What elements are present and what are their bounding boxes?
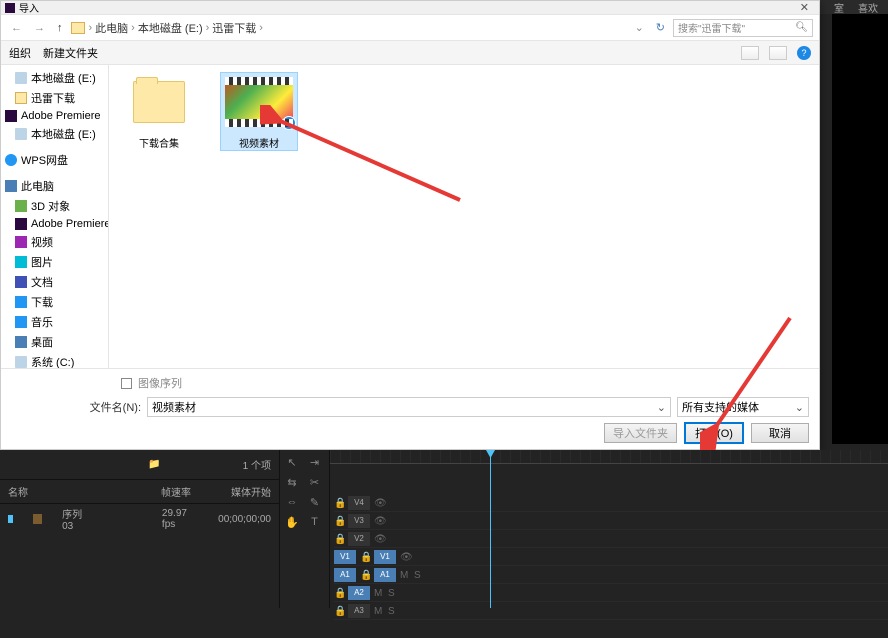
sidebar-item-music[interactable]: 音乐	[1, 312, 108, 332]
sidebar-item-drive-c[interactable]: 系统 (C:)	[1, 352, 108, 368]
chevron-down-icon[interactable]: ⌄	[657, 401, 666, 414]
titlebar: 导入 ✕	[1, 1, 819, 15]
file-item-folder[interactable]: 下载合集	[121, 73, 197, 150]
sidebar: 本地磁盘 (E:) 迅雷下载 Adobe Premiere 本地磁盘 (E:) …	[1, 65, 109, 368]
folder-icon	[133, 81, 185, 123]
sidebar-item-premiere2[interactable]: Adobe Premiere	[1, 216, 108, 232]
search-icon: 🔍︎	[795, 22, 808, 33]
view-toggle-icon[interactable]	[741, 46, 759, 60]
col-start[interactable]: 媒体开始	[231, 484, 271, 499]
track-a1[interactable]: A1🔒A1MS	[334, 566, 888, 584]
timeline-panel: 📁 1 个项 名称 帧速率 媒体开始 序列 03 29.97 fps 00;00…	[0, 450, 888, 638]
pen-tool-icon[interactable]: ✎	[307, 494, 323, 510]
filename-input[interactable]: 视频素材 ⌄	[147, 397, 671, 417]
breadcrumb[interactable]: › 此电脑› 本地磁盘 (E:)› 迅雷下载›	[89, 20, 627, 36]
close-icon[interactable]: ✕	[794, 1, 815, 14]
annotation-arrow-icon	[260, 105, 480, 215]
sidebar-item-premiere[interactable]: Adobe Premiere	[1, 108, 108, 124]
tracks-area[interactable]: 🔒V4👁 🔒V3👁 🔒V2👁 V1🔒V1👁 A1🔒A1MS 🔒A2MS 🔒A3M…	[330, 450, 888, 608]
sidebar-item-pc[interactable]: 此电脑	[1, 176, 108, 196]
back-icon[interactable]: ←	[7, 22, 26, 34]
track-v1[interactable]: V1🔒V1👁	[334, 548, 888, 566]
tool-panel: ↖ ⇥ ⇆ ✂ ⇔ ✎ ✋ T	[280, 450, 330, 608]
dialog-title: 导入	[19, 0, 39, 15]
new-folder-button[interactable]: 新建文件夹	[43, 45, 98, 61]
help-icon[interactable]: ?	[797, 46, 811, 60]
sequence-row[interactable]: 序列 03 29.97 fps 00;00;00;00	[0, 504, 279, 534]
razor-tool-icon[interactable]: ✂	[307, 474, 323, 490]
filename-label: 文件名(N):	[90, 399, 141, 415]
hand-tool-icon[interactable]: ✋	[284, 514, 300, 530]
track-v4[interactable]: 🔒V4👁	[334, 494, 888, 512]
file-label: 下载合集	[121, 135, 197, 150]
sidebar-item-wps[interactable]: WPS网盘	[1, 150, 108, 170]
sidebar-item-documents[interactable]: 文档	[1, 272, 108, 292]
project-panel: 📁 1 个项 名称 帧速率 媒体开始 序列 03 29.97 fps 00;00…	[0, 450, 280, 608]
sidebar-item-pictures[interactable]: 图片	[1, 252, 108, 272]
forward-icon[interactable]: →	[30, 22, 49, 34]
type-tool-icon[interactable]: T	[307, 514, 323, 530]
track-select-tool-icon[interactable]: ⇥	[307, 454, 323, 470]
track-a3[interactable]: 🔒A3MS	[334, 602, 888, 620]
item-count: 1 个项	[243, 457, 271, 472]
sidebar-item-video[interactable]: 视频	[1, 232, 108, 252]
toolbar: 组织 新建文件夹 ?	[1, 41, 819, 65]
image-sequence-label: 图像序列	[138, 375, 182, 391]
folder-icon[interactable]: 📁	[148, 459, 160, 470]
refresh-icon[interactable]: ↻	[652, 21, 669, 34]
sidebar-item-desktop[interactable]: 桌面	[1, 332, 108, 352]
dialog-footer: 图像序列 文件名(N): 视频素材 ⌄ 所有支持的媒体 ⌄ 导入文件夹 打开(O…	[1, 368, 819, 449]
sidebar-item-drive-e[interactable]: 本地磁盘 (E:)	[1, 68, 108, 88]
search-input[interactable]: 搜索"迅雷下载" 🔍︎	[673, 19, 813, 37]
col-fps[interactable]: 帧速率	[161, 484, 191, 499]
chevron-down-icon[interactable]: ⌄	[631, 21, 648, 34]
sidebar-item-downloads[interactable]: 下载	[1, 292, 108, 312]
sequence-icon	[33, 514, 42, 524]
track-v3[interactable]: 🔒V3👁	[334, 512, 888, 530]
col-name[interactable]: 名称	[8, 484, 28, 499]
sidebar-item-xunlei[interactable]: 迅雷下载	[1, 88, 108, 108]
folder-icon	[71, 22, 85, 34]
sidebar-item-3d[interactable]: 3D 对象	[1, 196, 108, 216]
premiere-icon	[5, 3, 15, 13]
import-dialog: 导入 ✕ ← → ↑ › 此电脑› 本地磁盘 (E:)› 迅雷下载› ⌄ ↻ 搜…	[0, 0, 820, 450]
organize-menu[interactable]: 组织	[9, 45, 31, 61]
navbar: ← → ↑ › 此电脑› 本地磁盘 (E:)› 迅雷下载› ⌄ ↻ 搜索"迅雷下…	[1, 15, 819, 41]
import-folder-button[interactable]: 导入文件夹	[604, 423, 677, 443]
slip-tool-icon[interactable]: ⇔	[284, 494, 300, 510]
track-v2[interactable]: 🔒V2👁	[334, 530, 888, 548]
playhead[interactable]	[490, 450, 491, 608]
preview-panel	[832, 14, 888, 444]
image-sequence-checkbox[interactable]	[121, 378, 132, 389]
time-ruler[interactable]	[330, 450, 888, 464]
selection-tool-icon[interactable]: ↖	[284, 454, 300, 470]
preview-toggle-icon[interactable]	[769, 46, 787, 60]
annotation-arrow-icon	[700, 310, 810, 450]
track-a2[interactable]: 🔒A2MS	[334, 584, 888, 602]
ripple-tool-icon[interactable]: ⇆	[284, 474, 300, 490]
up-icon[interactable]: ↑	[53, 22, 67, 34]
sidebar-item-drive-e2[interactable]: 本地磁盘 (E:)	[1, 124, 108, 144]
